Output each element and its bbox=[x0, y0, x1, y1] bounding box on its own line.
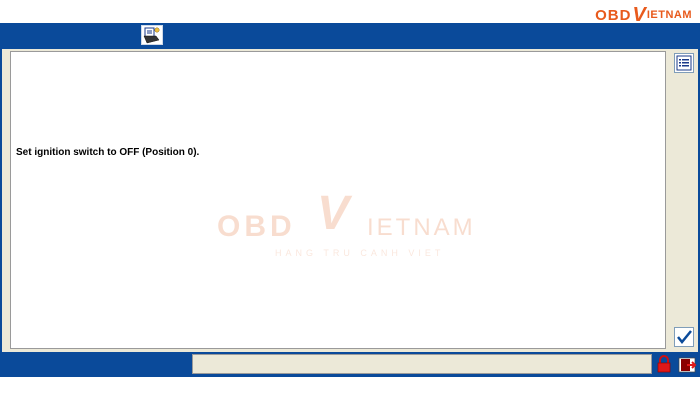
message-panel: Set ignition switch to OFF (Position 0).… bbox=[10, 51, 666, 349]
instruction-text: Set ignition switch to OFF (Position 0). bbox=[16, 147, 200, 158]
title-bar bbox=[0, 23, 700, 47]
logo-text-right: IETNAM bbox=[646, 9, 692, 21]
watermark-tagline: HANG TRU CANH VIET bbox=[275, 248, 445, 258]
app-window: Set ignition switch to OFF (Position 0).… bbox=[0, 23, 700, 377]
watermark-text-left: OBD bbox=[217, 210, 296, 243]
logo-text-left: OBD bbox=[595, 6, 632, 24]
watermark-logo: OBD V IETNAM HANG TRU CANH VIET bbox=[217, 187, 507, 260]
list-icon bbox=[675, 54, 693, 72]
list-view-button[interactable] bbox=[674, 53, 694, 73]
confirm-button[interactable] bbox=[674, 327, 694, 347]
printer-icon[interactable] bbox=[141, 25, 163, 45]
lock-icon[interactable] bbox=[655, 355, 673, 374]
checkmark-icon bbox=[675, 328, 693, 346]
watermark-mark: V bbox=[317, 187, 350, 240]
watermark-text-right: IETNAM bbox=[367, 214, 476, 241]
exit-icon[interactable] bbox=[678, 355, 697, 374]
status-bar bbox=[0, 352, 700, 377]
content-area: Set ignition switch to OFF (Position 0).… bbox=[2, 49, 698, 352]
status-field bbox=[192, 354, 652, 374]
